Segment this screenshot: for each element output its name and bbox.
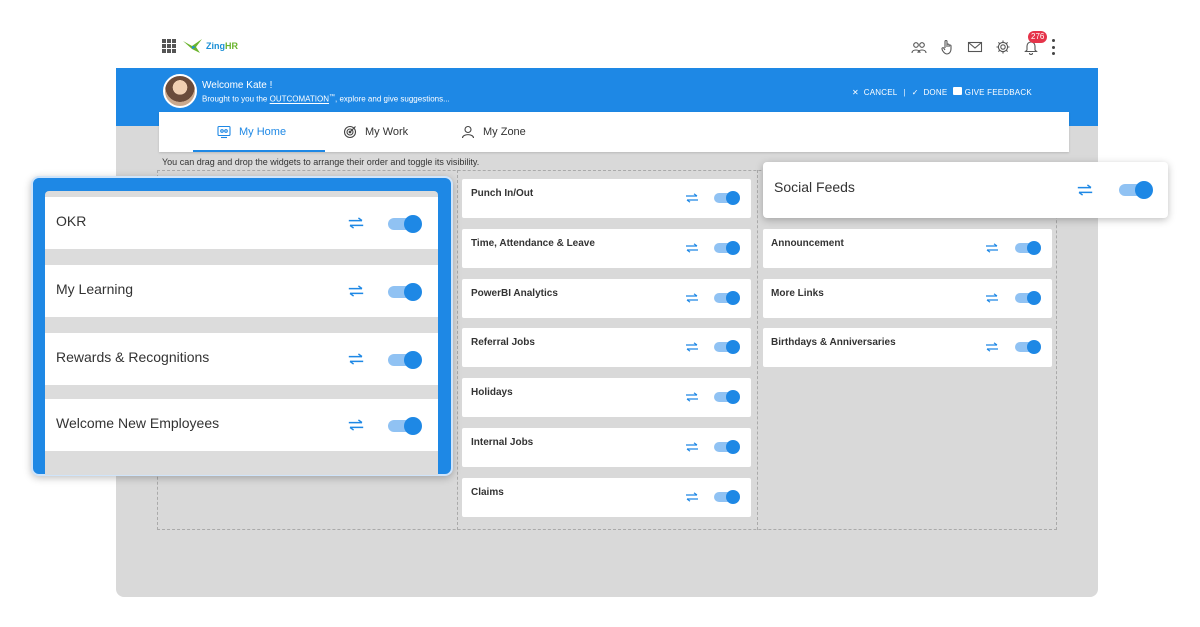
mail-icon[interactable] [966, 38, 984, 56]
swap-icon[interactable] [985, 342, 999, 352]
swap-icon[interactable] [1076, 184, 1094, 196]
swap-icon[interactable] [985, 243, 999, 253]
widget-label: More Links [771, 288, 824, 299]
kebab-icon[interactable] [1050, 39, 1056, 55]
hand-icon[interactable] [938, 38, 956, 56]
widget-label: PowerBI Analytics [471, 288, 558, 299]
widget-label: Rewards & Recognitions [56, 349, 210, 365]
widget-label: Referral Jobs [471, 337, 535, 348]
visibility-toggle[interactable] [388, 283, 422, 301]
tab-my-zone[interactable]: My Zone [461, 112, 551, 152]
widget-label: Announcement [771, 238, 844, 249]
widget-card[interactable]: Claims [462, 478, 751, 517]
column-divider [757, 170, 758, 530]
widget-card[interactable]: My Learning [45, 265, 438, 317]
people-icon[interactable] [910, 38, 928, 56]
notification-badge: 276 [1028, 31, 1048, 43]
avatar [163, 74, 197, 108]
widget-card[interactable]: PowerBI Analytics [462, 279, 751, 318]
swap-icon[interactable] [685, 342, 699, 352]
welcome-title: Welcome Kate ! [202, 80, 273, 91]
give-feedback-button[interactable]: GIVE FEEDBACK [953, 87, 1032, 97]
visibility-toggle[interactable] [1015, 340, 1041, 354]
user-icon [461, 125, 475, 139]
drag-drop-hint: You can drag and drop the widgets to arr… [162, 157, 480, 167]
widget-label: Time, Attendance & Leave [471, 238, 595, 249]
gear-icon[interactable] [994, 38, 1012, 56]
swap-icon[interactable] [985, 293, 999, 303]
swap-icon[interactable] [347, 217, 365, 229]
widget-card[interactable]: More Links [763, 279, 1052, 318]
visibility-toggle[interactable] [714, 340, 740, 354]
swap-icon[interactable] [685, 392, 699, 402]
widget-card[interactable]: Rewards & Recognitions [45, 333, 438, 385]
visibility-toggle[interactable] [714, 490, 740, 504]
logo[interactable]: ZingHR [182, 35, 238, 57]
done-button[interactable]: ✓ DONE [912, 88, 948, 97]
swap-icon[interactable] [347, 419, 365, 431]
visibility-toggle[interactable] [714, 390, 740, 404]
widget-label: My Learning [56, 281, 134, 297]
swap-icon[interactable] [685, 442, 699, 452]
widget-label: Punch In/Out [471, 188, 534, 199]
swap-icon[interactable] [685, 293, 699, 303]
visibility-toggle[interactable] [1015, 291, 1041, 305]
logo-suffix: HR [225, 41, 238, 51]
tab-my-home[interactable]: My Home [193, 112, 325, 152]
action-separator: | [903, 87, 906, 97]
hummingbird-logo-icon [183, 39, 202, 53]
visibility-toggle[interactable] [714, 191, 740, 205]
swap-icon[interactable] [685, 243, 699, 253]
visibility-toggle[interactable] [388, 215, 422, 233]
widget-card[interactable]: Welcome New Employees [45, 399, 438, 451]
visibility-toggle[interactable] [388, 351, 422, 369]
widget-card[interactable]: Time, Attendance & Leave [462, 229, 751, 268]
target-icon [343, 125, 357, 139]
visibility-toggle[interactable] [1015, 241, 1041, 255]
top-bar: ZingHR 276 [158, 30, 1056, 64]
swap-icon[interactable] [347, 353, 365, 365]
widget-card[interactable]: Punch In/Out [462, 179, 751, 218]
widget-card[interactable]: Announcement [763, 229, 1052, 268]
bell-icon[interactable]: 276 [1022, 31, 1048, 56]
cancel-button[interactable]: ✕ CANCEL [852, 88, 897, 97]
column-divider [457, 170, 458, 530]
tab-bar: My Home My Work My Zone [159, 112, 1069, 152]
welcome-text: Welcome Kate ! Brought to you the OUTCOM… [202, 80, 450, 104]
swap-icon[interactable] [685, 492, 699, 502]
visibility-toggle[interactable] [714, 241, 740, 255]
header-actions: ✕ CANCEL | ✓ DONE GIVE FEEDBACK [852, 87, 1032, 97]
swap-icon[interactable] [685, 193, 699, 203]
visibility-toggle[interactable] [714, 291, 740, 305]
widget-label: Birthdays & Anniversaries [771, 337, 896, 348]
home-widget-icon [217, 125, 231, 139]
widget-label: Internal Jobs [471, 437, 534, 448]
logo-prefix: Zing [206, 41, 225, 51]
widget-card[interactable]: Holidays [462, 378, 751, 417]
swap-icon[interactable] [347, 285, 365, 297]
visibility-toggle[interactable] [714, 440, 740, 454]
widget-label: Welcome New Employees [56, 415, 220, 431]
visibility-toggle[interactable] [1119, 181, 1153, 199]
widget-card[interactable]: Internal Jobs [462, 428, 751, 467]
social-feeds-card[interactable]: Social Feeds [763, 162, 1168, 218]
widget-card[interactable]: OKR [45, 197, 438, 249]
widget-label: Social Feeds [774, 179, 855, 195]
grid-icon[interactable] [162, 39, 176, 53]
widget-label: Claims [471, 487, 504, 498]
feedback-icon [953, 87, 963, 95]
welcome-tagline: Brought to you the OUTCOMATION™, explore… [202, 94, 450, 104]
outcomation-link[interactable]: OUTCOMATION [270, 95, 329, 104]
top-icons: 276 [910, 31, 1056, 60]
widget-label: Holidays [471, 387, 513, 398]
visibility-toggle[interactable] [388, 417, 422, 435]
widget-label: OKR [56, 213, 87, 229]
widget-card[interactable]: Referral Jobs [462, 328, 751, 367]
widget-card[interactable]: Birthdays & Anniversaries [763, 328, 1052, 367]
tab-my-work[interactable]: My Work [343, 112, 433, 152]
